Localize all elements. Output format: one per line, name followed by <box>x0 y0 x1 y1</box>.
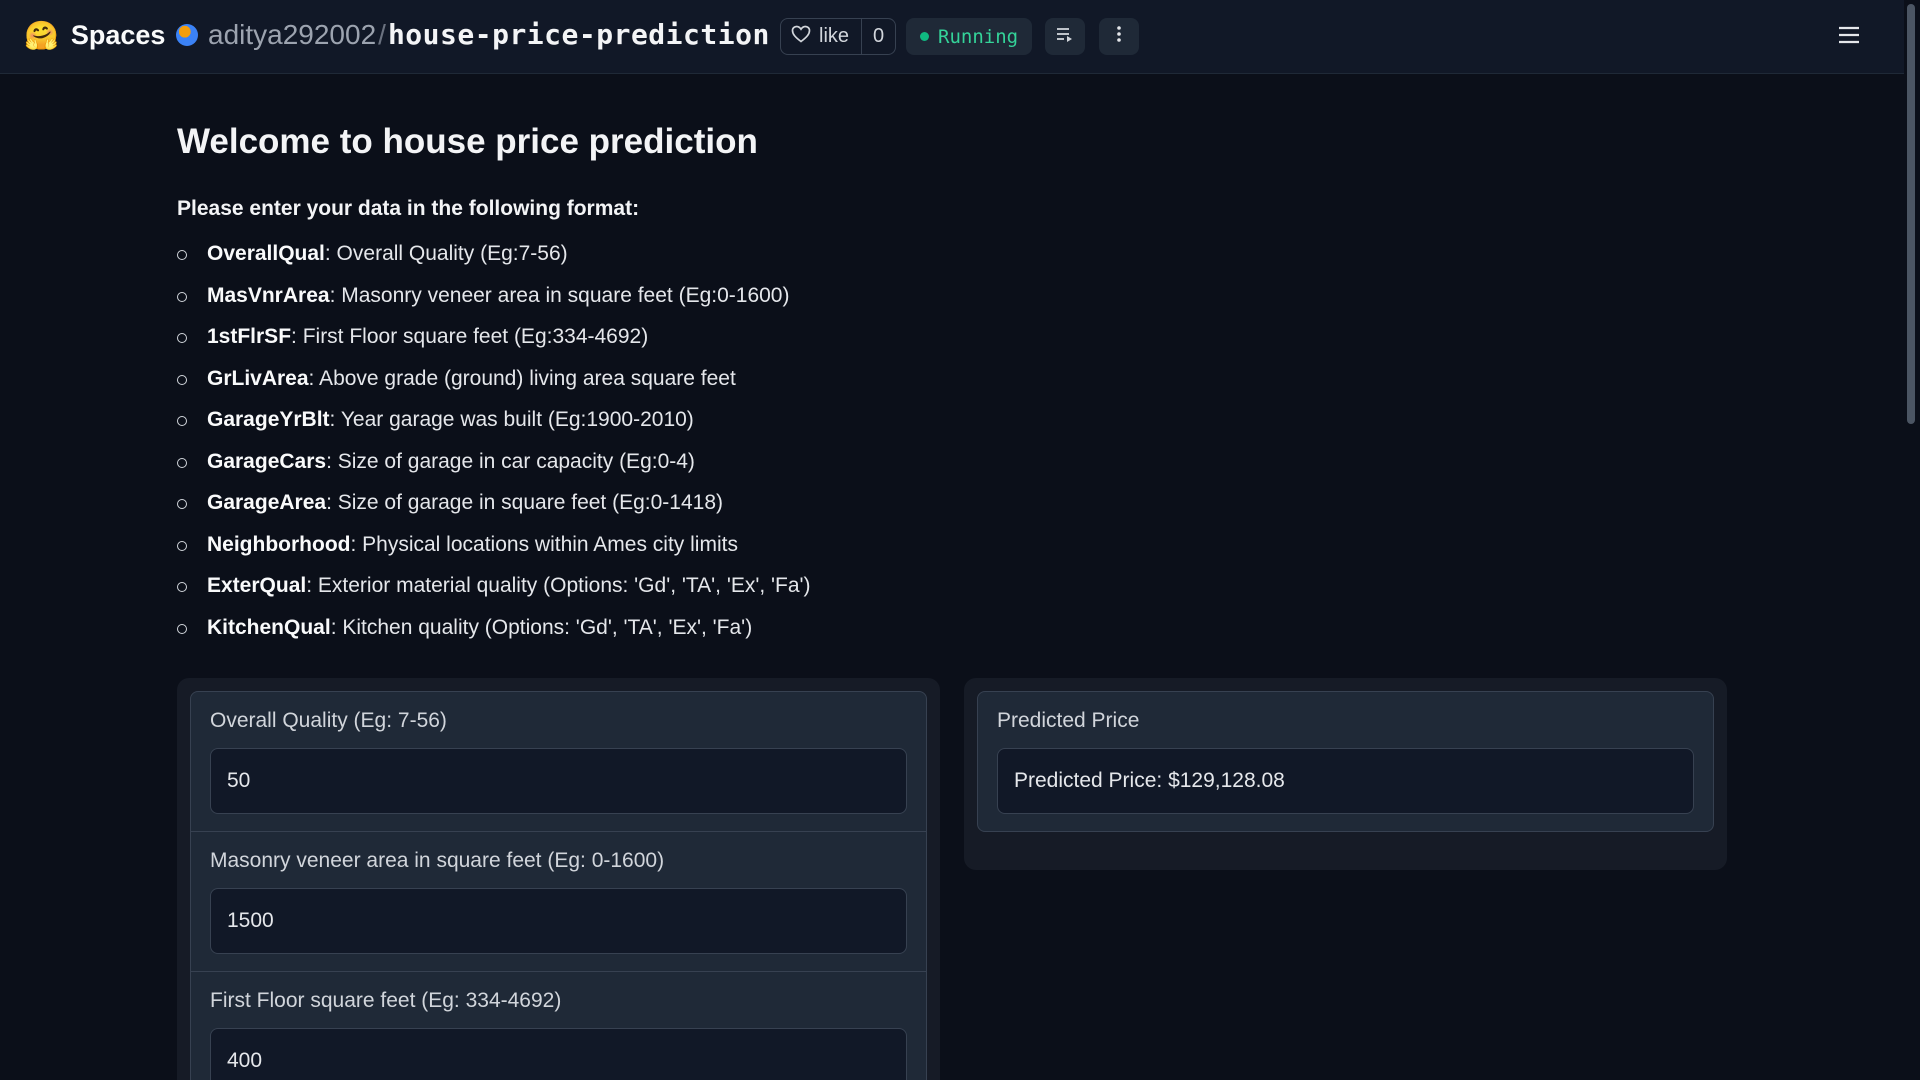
field-name: 1stFlrSF <box>207 325 292 348</box>
hamburger-menu-button[interactable] <box>1833 22 1865 52</box>
field-description: : First Floor square feet (Eg:334-4692) <box>291 325 649 348</box>
output-column: Predicted Price Predicted Price: $129,12… <box>964 678 1727 870</box>
status-badge[interactable]: Running <box>906 18 1033 55</box>
list-item: GarageArea: Size of garage in square fee… <box>177 485 811 527</box>
avatar[interactable] <box>176 23 198 46</box>
list-item: Neighborhood: Physical locations within … <box>177 527 811 569</box>
field-name: OverallQual <box>207 242 325 265</box>
field-description: : Masonry veneer area in square feet (Eg… <box>329 283 790 307</box>
field-name: KitchenQual <box>207 615 331 639</box>
field-description: : Kitchen quality (Options: 'Gd', 'TA', … <box>330 615 753 639</box>
list-item: KitchenQual: Kitchen quality (Options: '… <box>177 610 811 652</box>
predicted-price-textbox[interactable]: Predicted Price: $129,128.08 <box>997 748 1694 814</box>
field-name: GarageYrBlt <box>207 408 330 431</box>
overall-quality-label: Overall Quality (Eg: 7-56) <box>210 709 447 732</box>
repo-breadcrumb: aditya292002 / house-price-prediction <box>176 18 800 51</box>
list-item: GarageYrBlt: Year garage was built (Eg:1… <box>177 402 811 444</box>
predicted-price-output: Predicted Price Predicted Price: $129,12… <box>977 691 1714 832</box>
predicted-price-label: Predicted Price <box>997 709 1140 732</box>
hugging-face-logo: 🤗 <box>24 19 59 51</box>
field-description: : Above grade (ground) living area squar… <box>308 366 736 390</box>
masonry-veneer-input[interactable]: 1500 <box>210 888 907 954</box>
like-button[interactable]: like <box>781 19 863 54</box>
field-name: Neighborhood <box>207 532 351 556</box>
more-options-button[interactable] <box>1099 18 1139 55</box>
field-name: GarageArea <box>207 491 327 514</box>
breadcrumb-separator: / <box>378 18 386 50</box>
input-form: Overall Quality (Eg: 7-56) 50 Masonry ve… <box>190 691 927 1080</box>
overall-quality-input[interactable]: 50 <box>210 748 907 814</box>
masonry-veneer-block: Masonry veneer area in square feet (Eg: … <box>191 832 926 972</box>
status-dot <box>920 32 929 41</box>
space-name-link[interactable]: house-price-prediction <box>388 18 770 51</box>
input-column: Overall Quality (Eg: 7-56) 50 Masonry ve… <box>177 678 940 1080</box>
like-label: like <box>819 25 850 47</box>
field-name: ExterQual <box>207 574 307 597</box>
list-item: ExterQual: Exterior material quality (Op… <box>177 568 811 610</box>
list-item: 1stFlrSF: First Floor square feet (Eg:33… <box>177 319 811 361</box>
spaces-home-link[interactable]: 🤗 Spaces <box>24 20 165 51</box>
field-description-list: OverallQual: Overall Quality (Eg:7-56) M… <box>177 236 811 651</box>
first-floor-block: First Floor square feet (Eg: 334-4692) 4… <box>191 972 926 1080</box>
list-item: OverallQual: Overall Quality (Eg:7-56) <box>177 236 811 278</box>
scrollbar-thumb[interactable] <box>1907 4 1915 424</box>
masonry-veneer-label: Masonry veneer area in square feet (Eg: … <box>210 849 665 872</box>
hamburger-menu-icon <box>1838 26 1860 49</box>
field-description: : Overall Quality (Eg:7-56) <box>324 242 568 265</box>
status-text: Running <box>938 25 1019 48</box>
first-floor-label: First Floor square feet (Eg: 334-4692) <box>210 989 562 1012</box>
field-description: : Year garage was built (Eg:1900-2010) <box>329 408 694 431</box>
page-title: Welcome to house price prediction <box>177 122 758 161</box>
field-description: : Size of garage in car capacity (Eg:0-4… <box>326 449 695 473</box>
field-name: MasVnrArea <box>207 283 330 307</box>
queue-button[interactable] <box>1045 18 1085 55</box>
overall-quality-block: Overall Quality (Eg: 7-56) 50 <box>191 692 926 832</box>
field-description: : Exterior material quality (Options: 'G… <box>306 574 811 597</box>
field-name: GarageCars <box>207 449 327 473</box>
list-item: MasVnrArea: Masonry veneer area in squar… <box>177 278 811 320</box>
top-navigation-bar: 🤗 Spaces aditya292002 / house-price-pred… <box>0 0 1904 74</box>
like-button-group: like 0 <box>780 18 897 55</box>
intro-text: Please enter your data in the following … <box>177 197 640 220</box>
list-item: GrLivArea: Above grade (ground) living a… <box>177 361 811 403</box>
list-item: GarageCars: Size of garage in car capaci… <box>177 444 811 486</box>
heart-icon <box>791 25 811 49</box>
field-description: : Physical locations within Ames city li… <box>350 532 738 556</box>
field-description: : Size of garage in square feet (Eg:0-14… <box>326 491 723 514</box>
first-floor-input[interactable]: 400 <box>210 1028 907 1080</box>
brand-text: Spaces <box>70 20 166 50</box>
like-count[interactable]: 0 <box>862 19 895 54</box>
more-vertical-icon <box>1116 25 1122 48</box>
field-name: GrLivArea <box>207 366 309 390</box>
owner-link[interactable]: aditya292002 <box>208 19 376 51</box>
queue-icon <box>1055 25 1075 48</box>
